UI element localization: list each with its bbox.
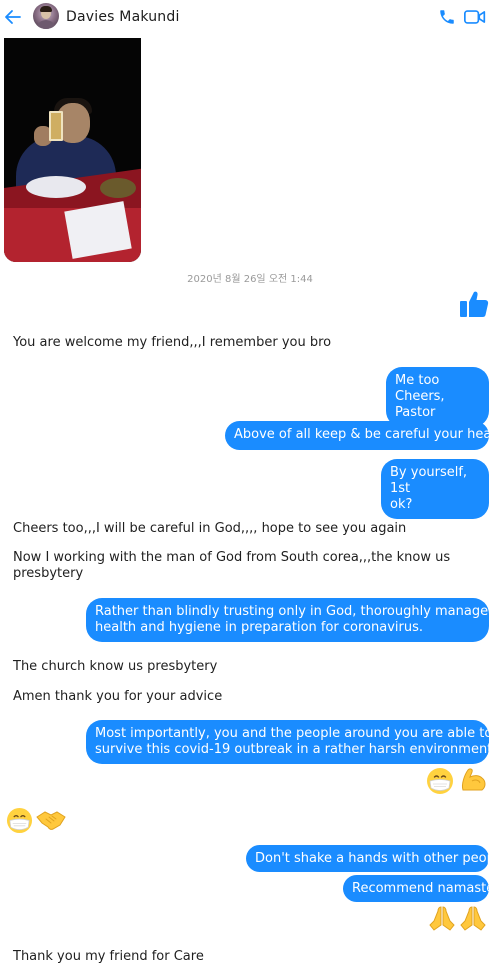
face-with-medical-mask-emoji [427,768,453,794]
timestamp: 2020년 8월 26일 오전 1:44 [187,274,313,285]
back-arrow-icon[interactable] [4,8,22,26]
outgoing-message: Rather than blindly trusting only in God… [86,598,500,642]
incoming-message: Thank you my friend for Care [13,949,204,964]
incoming-message: Cheers too,,,I will be careful in God,,,… [13,521,407,536]
message-line: presbytery [13,566,84,581]
outgoing-message: Recommend namaste [343,875,494,902]
message-line: Now I working with the man of God from S… [13,550,451,565]
incoming-message: You are welcome my friend,,,I remember y… [13,335,332,350]
outgoing-message: Me too Cheers, Pastor [386,367,489,427]
message-line: Rather than blindly trusting only in God… [95,604,500,619]
video-camera-icon[interactable] [464,9,486,25]
message-line: Most importantly, you and the people aro… [95,726,493,741]
folded-hands-emoji [429,906,455,931]
outgoing-message: By yourself, 1st ok? [381,459,489,519]
message-line: Cheers, Pastor [395,389,445,420]
folded-hands-emoji [460,906,486,931]
outgoing-message: Most importantly, you and the people aro… [86,720,497,764]
message-line: By yourself, 1st [390,465,468,496]
phone-icon[interactable] [438,8,456,26]
message-line: ok? [390,497,413,512]
incoming-message: Now I working with the man of God from S… [13,550,450,582]
incoming-message: The church know us presbytery [13,659,218,674]
face-with-medical-mask-emoji [6,807,33,834]
thumbs-up-icon[interactable] [459,289,489,319]
incoming-message: Amen thank you for your advice [13,689,223,704]
avatar[interactable] [33,3,59,29]
chat-header: Davies Makundi [0,0,500,34]
flexed-biceps-emoji [462,768,486,791]
message-line: survive this covid-19 outbreak in a rath… [95,742,497,757]
message-line: Me too [395,373,440,388]
outgoing-message: Above of all keep & be careful your heal… [225,421,500,450]
outgoing-message: Don't shake a hands with other people [246,845,500,872]
message-line: health and hygiene in preparation for co… [95,620,424,635]
shared-photo[interactable] [4,38,141,262]
handshake-emoji [36,811,66,830]
contact-name[interactable]: Davies Makundi [66,9,180,25]
